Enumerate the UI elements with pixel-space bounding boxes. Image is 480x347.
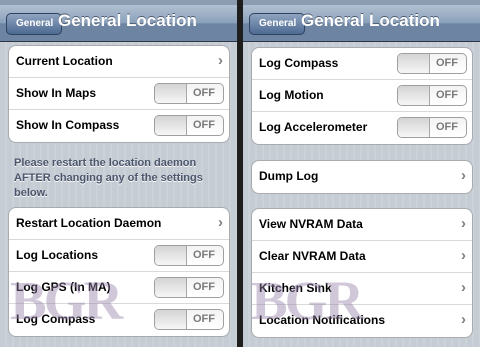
toggle-switch[interactable]: OFF: [397, 117, 467, 138]
back-button-label: General: [16, 18, 54, 29]
settings-row-dump-log[interactable]: Dump Log ›: [252, 161, 472, 193]
navigation-bar: General General Location: [243, 5, 480, 42]
settings-row-restart-location-daemon[interactable]: Restart Location Daemon ›: [9, 208, 229, 240]
chevron-right-icon: ›: [461, 167, 466, 184]
toggle-state: OFF: [436, 89, 458, 101]
row-label: Log Accelerometer: [259, 120, 368, 134]
toggle-state: OFF: [193, 249, 215, 261]
toggle-knob: [155, 84, 187, 103]
toggle-knob: [155, 278, 187, 297]
toggle-switch[interactable]: OFF: [154, 83, 224, 104]
bgr-watermark: BGR: [10, 270, 123, 331]
row-label: Dump Log: [259, 169, 319, 183]
settings-row-log-motion: Log Motion OFF: [252, 80, 472, 112]
settings-row-current-location[interactable]: Current Location ›: [9, 46, 229, 78]
restart-note: Please restart the location daemon AFTER…: [14, 157, 203, 199]
toggle-knob: [398, 54, 430, 73]
toggle-state: OFF: [436, 121, 458, 133]
page-title: General Location: [58, 11, 197, 30]
row-label: Log Locations: [16, 248, 98, 262]
toggle-knob: [398, 118, 430, 137]
settings-row-view-nvram-data[interactable]: View NVRAM Data ›: [252, 209, 472, 241]
toggle-knob: [155, 116, 187, 135]
row-label: View NVRAM Data: [259, 217, 363, 231]
row-label: Current Location: [16, 54, 113, 68]
back-button-general[interactable]: General: [6, 13, 63, 35]
chevron-right-icon: ›: [461, 311, 466, 328]
settings-row-log-compass: Log Compass OFF: [252, 48, 472, 80]
settings-row-log-locations: Log Locations OFF: [9, 240, 229, 272]
row-label: Restart Location Daemon: [16, 216, 162, 230]
toggle-state: OFF: [193, 313, 215, 325]
settings-row-show-in-compass: Show In Compass OFF: [9, 110, 229, 142]
navigation-bar: General General Location: [0, 5, 237, 42]
toggle-switch[interactable]: OFF: [154, 309, 224, 330]
toggle-switch[interactable]: OFF: [154, 245, 224, 266]
row-label: Log Compass: [259, 56, 339, 70]
left-screen: General General Location Current Locatio…: [0, 0, 237, 347]
chevron-right-icon: ›: [218, 214, 223, 231]
chevron-right-icon: ›: [218, 52, 223, 69]
right-screen: General General Location Log Compass OFF L…: [243, 0, 480, 347]
settings-group-logging: Log Compass OFF Log Motion OFF Log Accelerom…: [251, 47, 473, 145]
row-label: Show In Maps: [16, 86, 97, 100]
toggle-state: OFF: [193, 119, 215, 131]
settings-row-log-accelerometer: Log Accelerometer OFF: [252, 112, 472, 144]
row-label: Show In Compass: [16, 118, 120, 132]
row-label: Log Motion: [259, 88, 324, 102]
row-label: Clear NVRAM Data: [259, 249, 366, 263]
toggle-state: OFF: [193, 87, 215, 99]
toggle-switch[interactable]: OFF: [397, 53, 467, 74]
settings-row-show-in-maps: Show In Maps OFF: [9, 78, 229, 110]
toggle-knob: [155, 246, 187, 265]
chevron-right-icon: ›: [461, 279, 466, 296]
toggle-switch[interactable]: OFF: [397, 85, 467, 106]
back-button-general[interactable]: General: [249, 13, 306, 35]
toggle-knob: [155, 310, 187, 329]
back-button-label: General: [259, 18, 297, 29]
toggle-knob: [398, 86, 430, 105]
toggle-state: OFF: [436, 57, 458, 69]
toggle-state: OFF: [193, 281, 215, 293]
toggle-switch[interactable]: OFF: [154, 115, 224, 136]
toggle-switch[interactable]: OFF: [154, 277, 224, 298]
chevron-right-icon: ›: [461, 247, 466, 264]
bgr-watermark: BGR: [251, 270, 364, 331]
chevron-right-icon: ›: [461, 215, 466, 232]
settings-group-dump: Dump Log ›: [251, 160, 473, 194]
settings-group-location: Current Location › Show In Maps OFF Show In …: [8, 45, 230, 143]
page-title: General Location: [301, 11, 440, 30]
